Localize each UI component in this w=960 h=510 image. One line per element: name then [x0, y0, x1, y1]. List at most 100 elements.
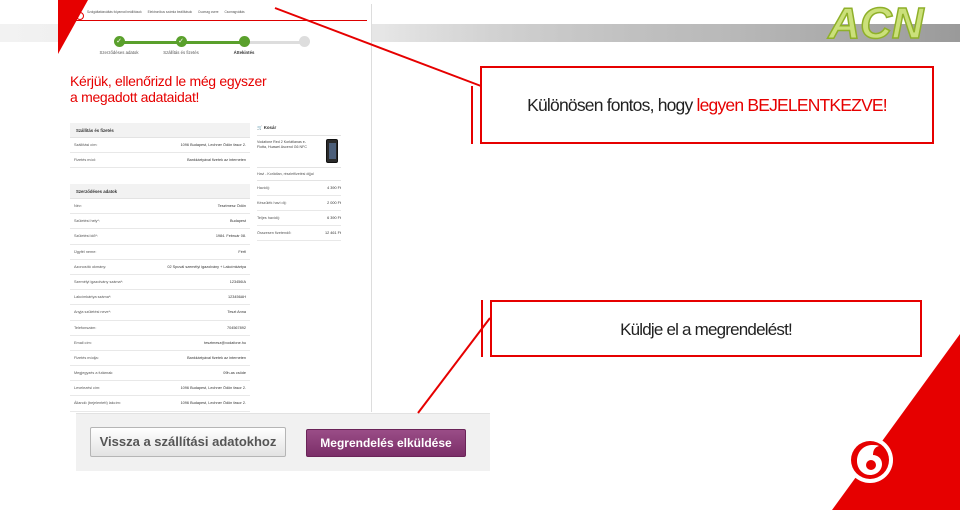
- row-key: Teljes havidíj:: [257, 216, 280, 220]
- row-key: Készülék havi díj:: [257, 201, 287, 205]
- row-key: Megjegyzés a futárnak:: [74, 371, 114, 376]
- row-value: 1984. Február 08.: [215, 234, 246, 239]
- current-step-icon: [238, 36, 250, 47]
- row-key: Születési hely*:: [74, 219, 100, 224]
- nav-item[interactable]: Elektronikus számla beállítások: [148, 10, 192, 14]
- table-row: Lakcímkártya száma*: 123456AH: [70, 290, 250, 306]
- row-value: 704567892: [226, 325, 246, 330]
- product-name: Vodafone Red 2 Korlátlanas e-Flotta, Hua…: [257, 140, 307, 149]
- nav-item[interactable]: Szolgáltatásváltás folyamat beállítások: [87, 10, 142, 14]
- action-bar: Vissza a szállítási adatokhoz Megrendelé…: [76, 413, 490, 471]
- acn-logo: ACN: [827, 2, 926, 42]
- row-value: 4 390 Ft: [327, 186, 341, 190]
- connector-line-submit: [417, 317, 491, 414]
- cart-header: 🛒 Kosár: [257, 123, 341, 136]
- row-value: 6 390 Ft: [327, 216, 341, 220]
- row-key: Személyi igazolvány száma*:: [74, 279, 124, 284]
- row-key: Levelezési cím:: [74, 386, 101, 391]
- cart-row: Készülék havi díj: 2 000 Ft: [257, 196, 341, 211]
- step-overview: Áttekintés: [214, 36, 274, 55]
- vodafone-logo: [847, 437, 893, 483]
- table-row: Megjegyzés a futárnak: 09h-as csöde: [70, 366, 250, 382]
- top-nav: Szolgáltatásváltás folyamat beállítások …: [71, 10, 367, 21]
- step-final: [274, 36, 334, 47]
- panel-title: Szállítás és fizetés: [70, 123, 250, 138]
- check-icon: ✓: [175, 36, 187, 47]
- row-value: Férfi: [238, 249, 246, 254]
- cart-product: Vodafone Red 2 Korlátlanas e-Flotta, Hua…: [257, 136, 341, 168]
- row-value: 1096 Budapest, Lechner Ödön fasor 2.: [180, 386, 246, 391]
- cart-icon: 🛒: [257, 125, 263, 130]
- row-key: Havidíj:: [257, 186, 270, 190]
- row-key: Születési idő*:: [74, 234, 99, 239]
- row-value: 1096 Budapest, Lechner Ödön fasor 2.: [180, 143, 246, 147]
- step-label: Szállítás és fizetés: [163, 50, 199, 55]
- row-value: 12 461 Ft: [324, 231, 341, 235]
- table-row: Személyi igazolvány száma*: 123456IA: [70, 275, 250, 291]
- checkout-steps: ✓ Szerződéses adatok ✓ Szállítás és fize…: [89, 36, 329, 56]
- svg-text:ACN: ACN: [827, 2, 925, 42]
- row-value: 2 000 Ft: [327, 201, 341, 205]
- row-key: Fizetés mód:: [74, 158, 96, 163]
- table-row: Anyja születési neve*: Teszt Anna: [70, 305, 250, 321]
- cart-row: Teljes havidíj: 6 390 Ft: [257, 211, 341, 226]
- callout-login-text: Különösen fontos, hogy legyen BEJELENTKE…: [482, 95, 932, 116]
- row-key: Email cím:: [74, 340, 92, 345]
- table-row: Név: Tesztmesz Ödön: [70, 199, 250, 215]
- back-to-shipping-button[interactable]: Vissza a szállítási adatokhoz: [90, 427, 286, 457]
- row-key: Ügyfél neme:: [74, 249, 97, 254]
- row-value: Tesztmesz Ödön: [217, 204, 246, 208]
- table-row: Azonosító okmány: 02 Spuvál személyi igaz…: [70, 260, 250, 275]
- contract-panel: Szerződéses adatok Név: Tesztmesz Ödön Sz…: [70, 184, 250, 412]
- row-key: Összesen fizetendő:: [257, 231, 292, 235]
- page-title-line1: Kérjük, ellenőrizd le még egyszer: [70, 73, 267, 89]
- row-value: 123456IA: [229, 279, 246, 284]
- row-value: 1096 Budapest, Lechner Ödön fasor 2.: [180, 401, 246, 406]
- cart-row: Havidíj: 4 390 Ft: [257, 181, 341, 196]
- corner-accent: [58, 0, 88, 54]
- pending-step-icon: [298, 36, 310, 47]
- shipping-panel: Szállítás és fizetés Szállítási cím: 1096…: [70, 123, 250, 169]
- table-row: Szállítási cím: 1096 Budapest, Lechner Öd…: [70, 138, 250, 154]
- row-value: Bankkártyával fizetek az interneten: [187, 158, 246, 163]
- cart-row: Összesen fizetendő: 12 461 Ft: [257, 226, 341, 241]
- row-value: 09h-as csöde: [223, 371, 246, 376]
- step-contract: ✓ Szerződéses adatok: [89, 36, 149, 55]
- row-key: Fizetés módja:: [74, 355, 99, 360]
- row-key: Azonosító okmány:: [74, 264, 107, 269]
- row-key: Név:: [74, 204, 82, 208]
- step-shipping: ✓ Szállítás és fizetés: [151, 36, 211, 55]
- table-row: Születési hely*: Budapest: [70, 214, 250, 230]
- page-title: Kérjük, ellenőrizd le még egyszer a mega…: [70, 73, 300, 105]
- row-value: 123456AH: [228, 295, 246, 300]
- phone-image: [326, 139, 338, 163]
- tariff-info: Havi - Korlátlan, részletfizetési díjjal: [257, 168, 341, 181]
- submit-order-button[interactable]: Megrendelés elküldése: [306, 429, 466, 457]
- row-key: Állandó (bejelentett) lakcím:: [74, 401, 121, 406]
- callout-highlight: legyen BEJELENTKEZVE!: [696, 95, 888, 115]
- table-row: Fizetés mód: Bankkártyával fizetek az int…: [70, 153, 250, 169]
- nav-item[interactable]: Csomag csere: [198, 10, 219, 14]
- callout-prefix: Különösen fontos, hogy: [527, 95, 697, 115]
- row-value: Teszt Anna: [227, 310, 246, 315]
- panel-title: Szerződéses adatok: [70, 184, 250, 199]
- row-value: 02 Spuvál személyi igazolvány + Lakcímká…: [167, 264, 246, 269]
- table-row: Fizetés módja: Bankkártyával fizetek az i…: [70, 351, 250, 367]
- row-key: Szállítási cím:: [74, 143, 98, 147]
- row-key: Lakcímkártya száma*:: [74, 295, 112, 300]
- row-value: Bankkártyával fizetek az interneten: [187, 355, 246, 360]
- nav-item[interactable]: Csomagváltás: [224, 10, 244, 14]
- callout-login: Különösen fontos, hogy legyen BEJELENTKE…: [480, 66, 934, 144]
- table-row: Állandó (bejelentett) lakcím: 1096 Budape…: [70, 396, 250, 412]
- table-row: Telefonszám: 704567892: [70, 321, 250, 336]
- table-row: Email cím: tesztmesz@vodafone.hu: [70, 336, 250, 351]
- page-title-line2: a megadott adataidat!: [70, 89, 200, 105]
- check-icon: ✓: [113, 36, 125, 47]
- row-value: Budapest: [229, 219, 246, 224]
- checkout-screenshot: Szolgáltatásváltás folyamat beállítások …: [59, 4, 372, 412]
- table-row: Levelezési cím: 1096 Budapest, Lechner Öd…: [70, 381, 250, 397]
- step-label: Szerződéses adatok: [99, 50, 139, 55]
- cart-panel: 🛒 Kosár Vodafone Red 2 Korlátlanas e-Flo…: [257, 123, 341, 243]
- row-key: Anyja születési neve*:: [74, 310, 112, 315]
- step-label: Áttekintés: [233, 50, 255, 55]
